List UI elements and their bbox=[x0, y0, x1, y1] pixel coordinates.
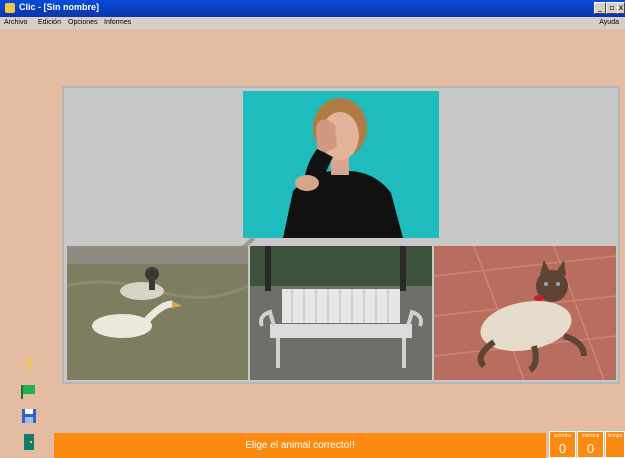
svg-text:?: ? bbox=[24, 357, 34, 374]
cat-image bbox=[434, 246, 616, 380]
help-icon[interactable]: ? bbox=[19, 354, 39, 374]
app-icon bbox=[5, 3, 15, 13]
save-icon[interactable] bbox=[19, 406, 39, 426]
title-bar: Clic - [Sin nombre] _ ▫ x bbox=[0, 0, 625, 17]
counter-label: intentos bbox=[581, 433, 600, 439]
counter-intentos: intentos 0 bbox=[577, 431, 604, 458]
bench-image bbox=[250, 246, 432, 380]
counter-aciertos: aciertos 0 bbox=[549, 431, 576, 458]
option-cell-ducks[interactable] bbox=[67, 246, 248, 380]
option-cell-bench[interactable] bbox=[250, 246, 432, 380]
counter-tiempo: tiempo bbox=[605, 431, 625, 458]
menu-ayuda[interactable]: Ayuda bbox=[599, 19, 619, 26]
counter-label: aciertos bbox=[553, 433, 572, 439]
status-message: Elige el animal correcto!! bbox=[54, 433, 546, 458]
minimize-button[interactable]: _ bbox=[594, 2, 606, 14]
window-title: Clic - [Sin nombre] bbox=[19, 2, 100, 12]
menu-opciones[interactable]: Opciones bbox=[68, 19, 98, 26]
menu-archivo[interactable]: Archivo bbox=[4, 19, 27, 26]
exit-door-icon[interactable] bbox=[19, 432, 39, 452]
menu-bar: Archivo Edición Opciones Informes Ayuda bbox=[0, 17, 625, 29]
flag-icon[interactable] bbox=[19, 380, 39, 400]
option-cell-cat[interactable] bbox=[434, 246, 616, 380]
counter-label: tiempo bbox=[607, 433, 623, 439]
counter-value: 0 bbox=[558, 441, 567, 456]
activity-board bbox=[62, 86, 620, 384]
close-button[interactable]: x bbox=[617, 2, 625, 14]
ducks-image bbox=[67, 246, 248, 380]
menu-edicion[interactable]: Edición bbox=[38, 19, 61, 26]
counter-value: 0 bbox=[586, 441, 595, 456]
menu-informes[interactable]: Informes bbox=[104, 19, 131, 26]
